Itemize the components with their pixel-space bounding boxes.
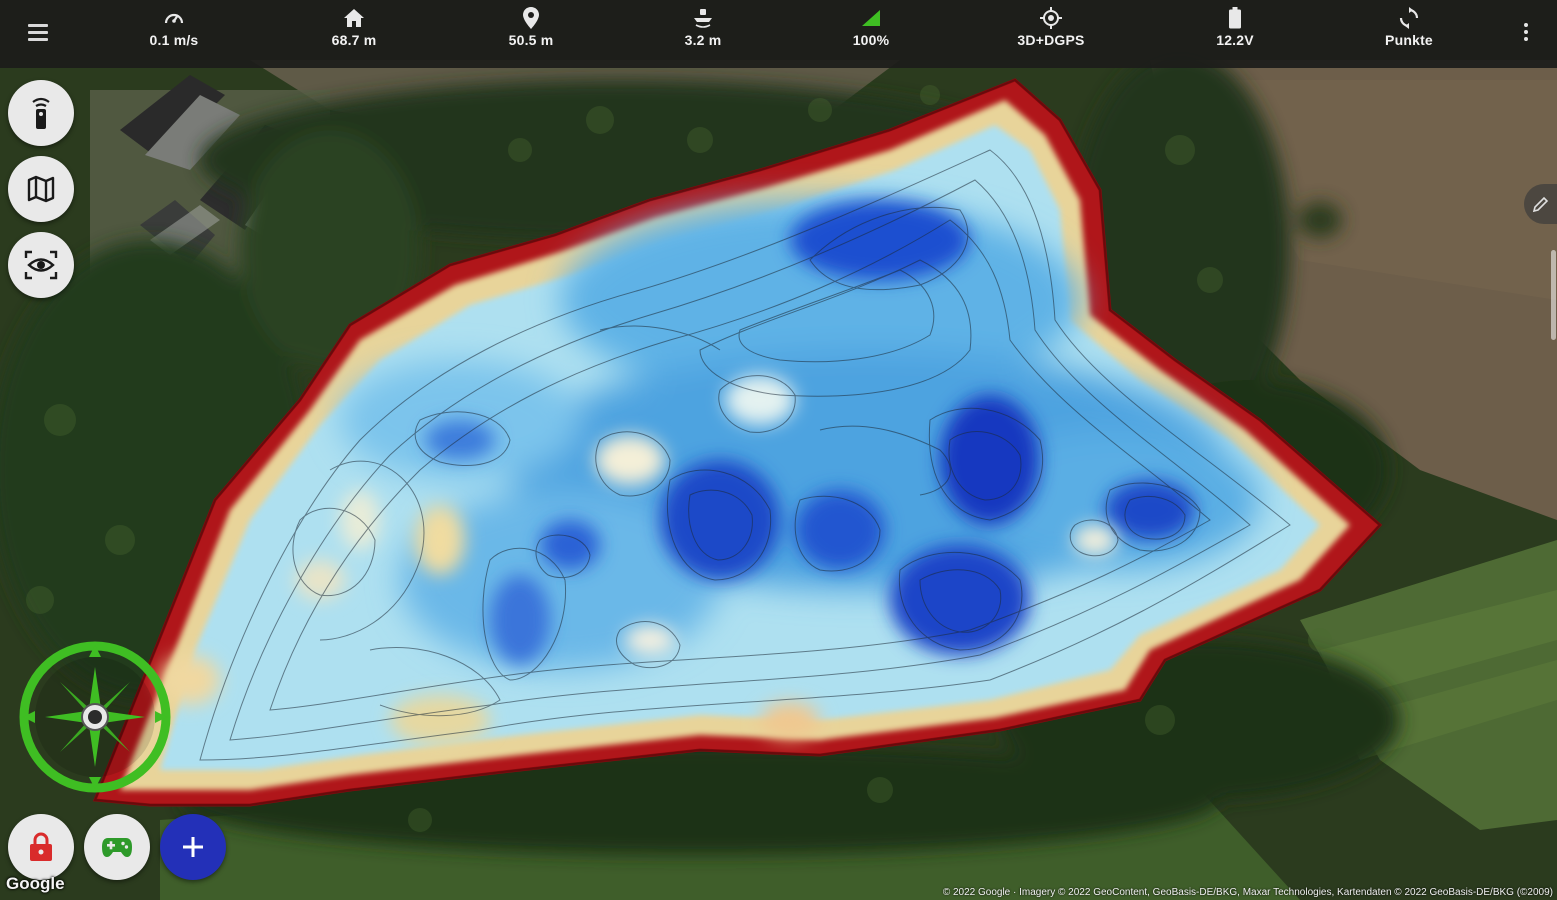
home-icon [294,6,414,30]
map-view[interactable] [0,0,1557,900]
more-vert-icon [1524,23,1528,27]
hamburger-icon [28,23,48,27]
location-pin-icon [471,6,591,30]
gps-fix-value: 3D+DGPS [1017,32,1085,48]
signal-stat: 100% [811,6,931,48]
edit-button[interactable] [1524,184,1557,224]
more-options-button[interactable] [1514,14,1538,50]
add-point-button[interactable] [160,814,226,880]
signal-value: 100% [852,32,890,48]
lock-button[interactable] [8,814,74,880]
map-icon [27,175,55,203]
sonar-depth-icon [643,6,763,30]
remote-control-icon [32,97,50,129]
mode-toggle[interactable]: Punkte [1349,6,1469,48]
speedometer-icon [114,6,234,30]
point-distance-value: 50.5 m [508,32,554,48]
pencil-icon [1532,196,1549,213]
home-distance-value: 68.7 m [331,32,377,48]
gps-stat: 3D+DGPS [991,6,1111,48]
google-logo: Google [6,874,65,893]
status-bar: 0.1 m/s 68.7 m 50.5 m 3.2 m 100% 3D+DGPS [0,0,1557,68]
map-attribution[interactable]: © 2022 Google · Imagery © 2022 GeoConten… [943,887,1553,898]
camera-view-icon [24,250,58,280]
gps-target-icon [991,6,1111,30]
compass-icon [19,641,171,793]
battery-icon [1175,6,1295,30]
depth-stat: 3.2 m [643,6,763,48]
depth-value: 3.2 m [684,32,722,48]
voltage-value: 12.2V [1216,32,1254,48]
lock-icon [30,832,52,861]
plus-icon [183,837,203,857]
remote-control-button[interactable] [8,80,74,146]
compass[interactable] [15,637,175,797]
map-layers-button[interactable] [8,156,74,222]
mode-label: Punkte [1385,32,1433,48]
battery-stat: 12.2V [1175,6,1295,48]
signal-strength-icon [811,6,931,30]
gamepad-button[interactable] [84,814,150,880]
refresh-icon [1349,6,1469,30]
speed-stat: 0.1 m/s [114,6,234,48]
point-distance-stat: 50.5 m [471,6,591,48]
menu-button[interactable] [22,16,54,48]
speed-value: 0.1 m/s [149,32,199,48]
gamepad-icon [102,838,132,857]
side-drawer-handle[interactable] [1551,250,1556,340]
home-distance-stat: 68.7 m [294,6,414,48]
camera-view-button[interactable] [8,232,74,298]
